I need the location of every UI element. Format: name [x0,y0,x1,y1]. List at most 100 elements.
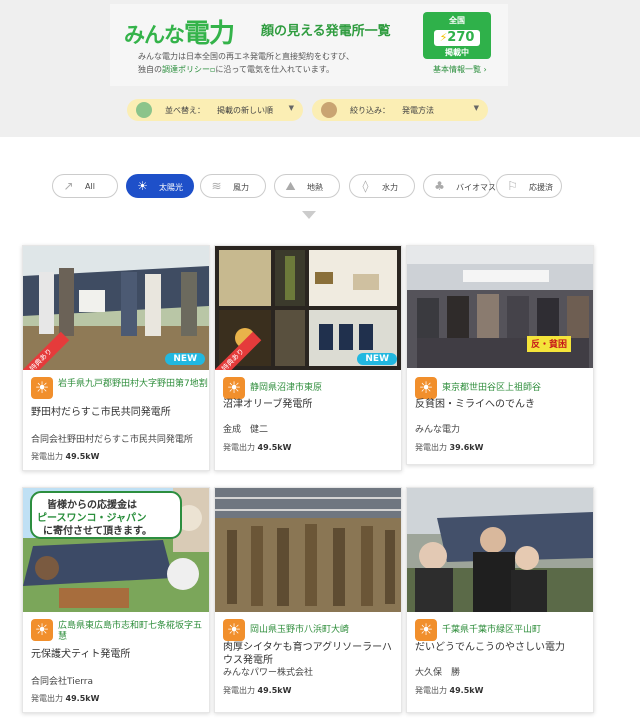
filter-person-icon [321,102,337,118]
location: 静岡県沼津市東原 [250,383,323,393]
location: 千葉県千葉市緑区平山町 [442,625,542,635]
plant-count-value: 270 [447,30,475,45]
count-label-bottom: 掲載中 [445,48,469,57]
plant-owner: 金成 健二 [223,425,269,435]
output-label: 発電出力 [223,443,255,452]
plant-photo[interactable]: 反・貧困 [407,246,593,368]
sun-icon: ☀ [415,377,437,399]
tab-supported[interactable]: ⚐ 応援済 [496,174,562,198]
chevron-down-icon: ▼ [473,104,479,112]
location: 東京都世田谷区上祖師谷 [442,383,542,393]
plant-photo[interactable] [215,488,401,612]
policy-link[interactable]: 調達ポリシー [162,65,210,74]
plant-output: 発電出力 49.5kW [223,685,291,696]
plant-photo[interactable] [407,488,593,612]
flame-icon: ↗ [63,179,74,193]
plant-name[interactable]: 反貧困・ミライへのでんき [415,398,587,411]
wind-icon: ≋ [211,179,222,193]
location: 岡山県玉野市八浜町大崎 [250,625,350,635]
plant-output: 発電出力 49.5kW [415,685,483,696]
sun-icon: ☀ [223,377,245,399]
plant-card[interactable]: 反・貧困 ☀ 東京都世田谷区上祖師谷 反貧困・ミライへのでんき みんな電力 発電… [406,245,594,465]
plant-count-box: 全国 ⚡270 掲載中 [423,12,491,59]
plant-owner: 合同会社Tierra [31,677,94,687]
plant-photo[interactable]: 皆様からの応援金は ピースワンコ・ジャパン に寄付させて頂きます。 [23,488,209,612]
tab-label: 太陽光 [159,183,183,192]
plant-card[interactable]: ☀ 千葉県千葉市緑区平山町 だいどうでんこうのやさしい電力 大久保 勝 発電出力… [406,487,594,713]
output-label: 発電出力 [31,694,63,703]
tab-label: 地熱 [307,183,323,192]
basic-info-link[interactable]: 基本情報一覧 › [433,64,487,75]
output-value: 39.6kW [449,443,484,452]
tab-pointer [302,211,316,219]
plant-name[interactable]: だいどうでんこうのやさしい電力 [415,641,587,654]
plant-owner: 合同会社野田村だらすこ市民共同発電所 [31,435,193,445]
output-label: 発電出力 [31,452,63,461]
plant-name[interactable]: 沼津オリーブ発電所 [223,398,395,411]
tab-geothermal[interactable]: ⛰ 地熱 [274,174,340,198]
site-logo[interactable]: みんな電力 [124,13,235,50]
sun-icon: ☀ [31,619,53,641]
plant-photo-image [407,488,593,612]
tab-all[interactable]: ↗ All [52,174,118,198]
plant-name[interactable]: 元保護犬ティト発電所 [31,648,203,661]
logo-text-b: 電力 [184,19,235,49]
output-label: 発電出力 [223,686,255,695]
tab-biomass[interactable]: ♣ バイオマス [423,174,496,198]
tab-label: 風力 [233,183,249,192]
chevron-down-icon: ▼ [288,104,294,112]
tab-label: All [85,182,95,191]
plant-owner: 大久保 勝 [415,668,461,678]
water-drop-icon: ◊ [362,179,369,193]
filter-select[interactable]: 絞り込み： 発電方法 ▼ [312,99,488,121]
sun-icon: ☀ [223,619,245,641]
output-label: 発電出力 [415,443,447,452]
location: 岩手県九戸郡野田村大字野田第7地割 [58,379,208,389]
plant-owner: みんな電力 [415,425,461,435]
page-title: 顔の見える発電所一覧 [261,24,391,39]
output-value: 49.5kW [257,443,292,452]
mountain-icon: ⛰ [285,179,296,193]
output-value: 49.5kW [65,452,100,461]
plant-output: 発電出力 49.5kW [223,442,291,453]
logo-text-a: みんな [124,23,185,47]
tab-wind[interactable]: ≋ 風力 [200,174,266,198]
plant-output: 発電出力 49.5kW [31,693,99,704]
plant-card[interactable]: ☀ 岡山県玉野市八浜町大崎 肉厚シイタケも育つアグリソーラーハウス発電所 みんな… [214,487,402,713]
tab-solar[interactable]: ☀ 太陽光 [126,174,194,198]
output-value: 49.5kW [65,694,100,703]
new-badge: NEW [357,353,397,365]
plant-name[interactable]: 肉厚シイタケも育つアグリソーラーハウス発電所 [223,641,395,667]
intro-text: みんな電力は日本全国の再エネ発電所と直接契約をむすび、 独自の調達ポリシー▫に沿… [138,50,428,76]
plant-card[interactable]: 特典あり NEW ☀ 静岡県沼津市東原 沼津オリーブ発電所 金成 健二 発電出力… [214,245,402,471]
banner-text: 反・貧困 [531,340,568,350]
plant-count: ⚡270 [433,30,481,46]
sort-select[interactable]: 並べ替え： 掲載の新しい順 ▼ [127,99,303,121]
output-label: 発電出力 [415,686,447,695]
sun-icon: ☀ [415,619,437,641]
output-value: 49.5kW [449,686,484,695]
plant-photo[interactable]: 特典あり NEW [23,246,209,370]
plant-photo-image [215,488,401,612]
count-label-top: 全国 [449,16,465,25]
filter-value: 発電方法 [402,106,434,115]
plant-photo[interactable]: 特典あり NEW [215,246,401,370]
sun-icon: ☀ [137,179,148,193]
plant-name[interactable]: 野田村だらすこ市民共同発電所 [31,406,203,419]
sun-icon: ☀ [31,377,53,399]
plant-card[interactable]: 特典あり NEW ☀ 岩手県九戸郡野田村大字野田第7地割 野田村だらすこ市民共同… [22,245,210,471]
tab-label: バイオマス [456,183,496,192]
intro-line-2b: に沿って電気を仕入れています。 [215,65,334,74]
plant-output: 発電出力 39.6kW [415,442,483,453]
chevron-right-icon: › [481,65,487,74]
intro-line-1: みんな電力は日本全国の再エネ発電所と直接契約をむすび、 [138,52,354,61]
location: 広島県東広島市志和町七条椛坂字五慧 [58,621,203,642]
photo-sign-line-3: に寄付させて頂きます。 [43,526,152,537]
plant-card[interactable]: 皆様からの応援金は ピースワンコ・ジャパン に寄付させて頂きます。 ☀ 広島県東… [22,487,210,713]
tab-label: 水力 [382,183,398,192]
tab-label: 応援済 [529,183,553,192]
flag-icon: ⚐ [507,179,518,193]
tab-hydro[interactable]: ◊ 水力 [349,174,415,198]
plant-output: 発電出力 49.5kW [31,451,99,462]
intro-line-2a: 独自の [138,65,162,74]
